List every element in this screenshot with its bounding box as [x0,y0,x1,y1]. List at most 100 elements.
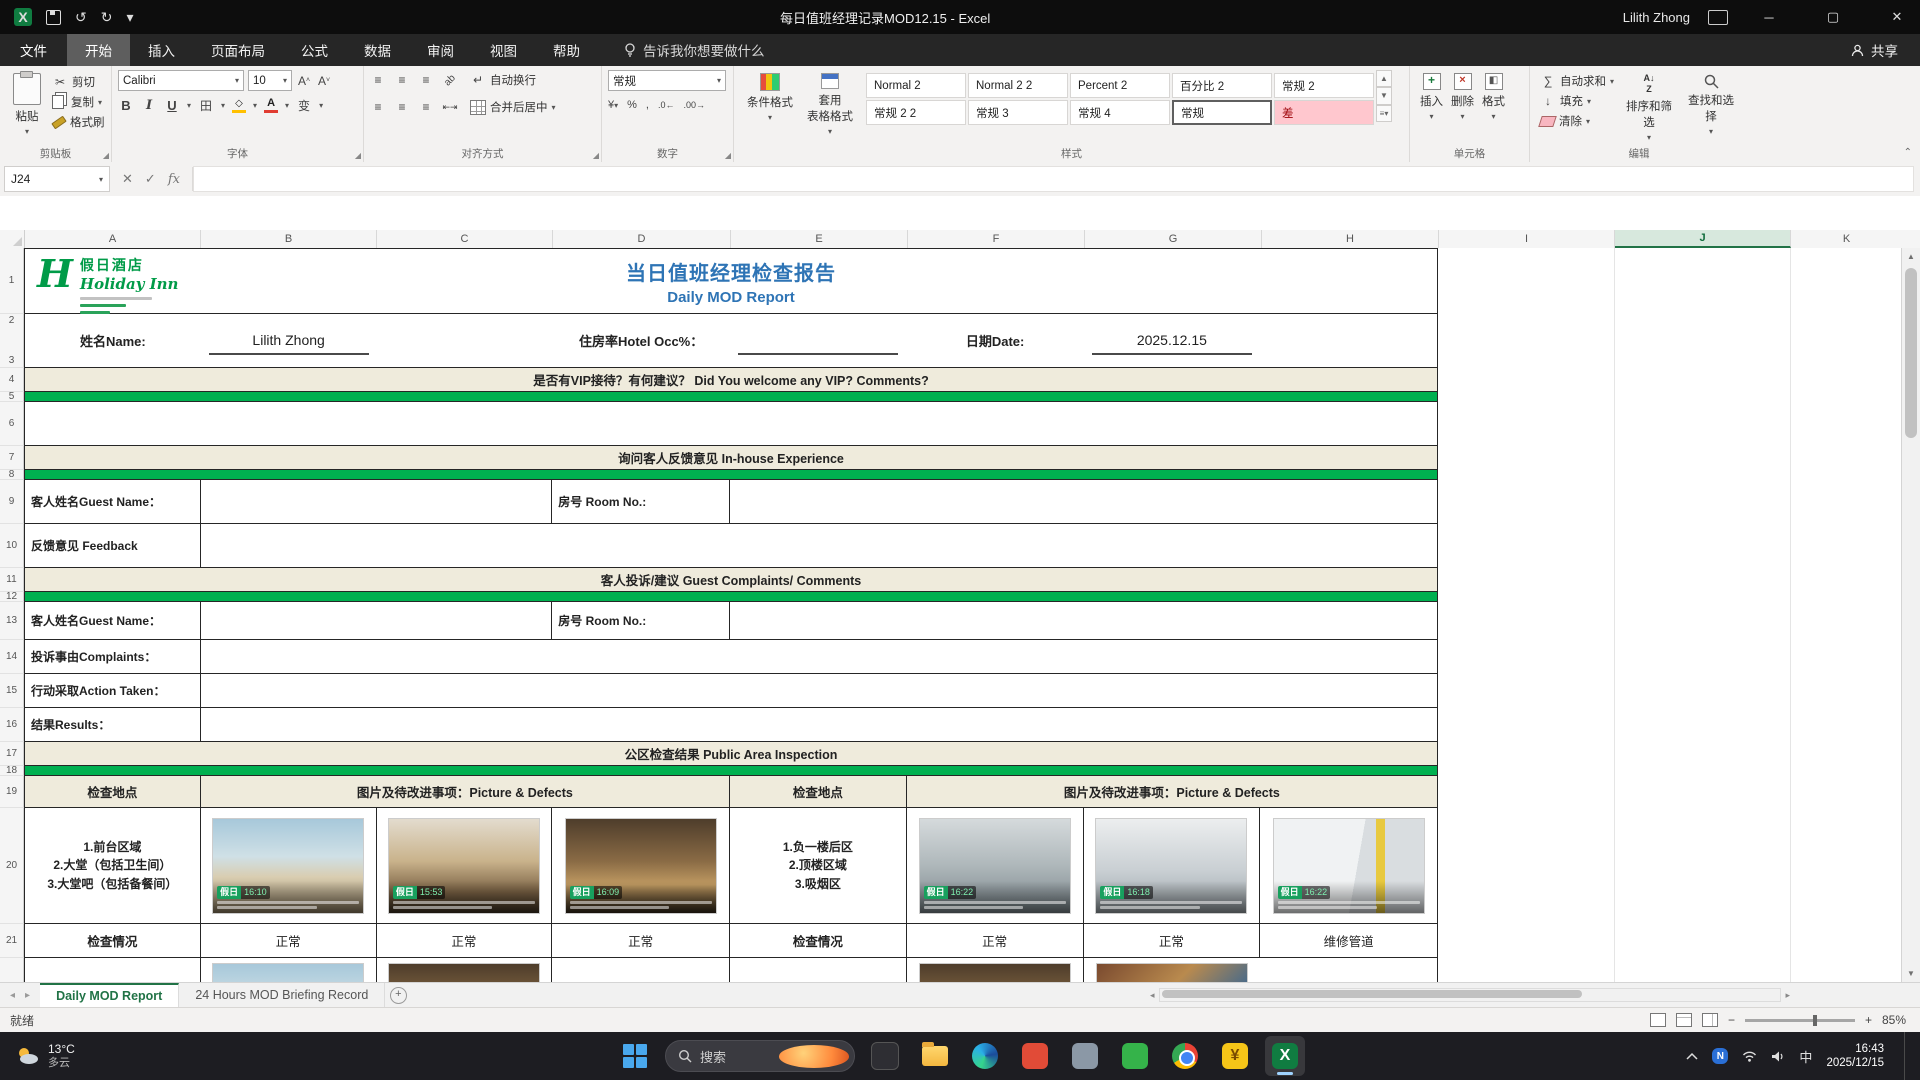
occ-value[interactable] [738,327,898,355]
col-header-d[interactable]: D [553,230,731,248]
page-layout-view-icon[interactable] [1676,1013,1692,1027]
font-name-select[interactable]: Calibri▾ [118,70,244,91]
hscroll-left-icon[interactable]: ◂ [1150,990,1155,1001]
col-header-c[interactable]: C [377,230,553,248]
taskbar-app-finance[interactable]: ¥ [1215,1036,1255,1076]
date-value[interactable]: 2025.12.15 [1092,327,1252,355]
fill-button[interactable]: ↓填充▾ [1536,91,1618,111]
inspection-photo-partial[interactable] [920,964,1070,982]
row-header-5[interactable]: 5 [0,392,24,402]
sheet-nav-right-icon[interactable]: ▸ [25,990,30,1001]
tab-file[interactable]: 文件 [0,34,67,66]
guest-name-input[interactable] [201,480,553,523]
taskbar-app-red[interactable] [1015,1036,1055,1076]
insert-function-icon[interactable]: fx [168,172,180,187]
row-header-2-3[interactable]: 23 [0,314,24,368]
room-no-input[interactable] [730,480,1437,523]
tab-insert[interactable]: 插入 [130,34,193,66]
align-top-icon[interactable]: ≡ [370,73,386,88]
status-value[interactable]: 正常 [377,924,553,957]
zoom-out-icon[interactable]: − [1728,1013,1735,1027]
paste-button[interactable]: 粘贴▾ [6,70,48,139]
chrome-button[interactable] [1165,1036,1205,1076]
row-header-12[interactable]: 12 [0,592,24,602]
inspection-photo-front-desk[interactable]: 假日16:10 [213,819,363,913]
tab-page-layout[interactable]: 页面布局 [193,34,283,66]
weather-widget[interactable]: 13°C 多云 [0,1042,89,1070]
horizontal-scrollbar[interactable]: ◂ ▸ [1150,988,1790,1002]
scroll-up-icon[interactable]: ▲ [1902,248,1920,265]
ime-indicator[interactable]: 中 [1799,1047,1812,1066]
conditional-formatting-button[interactable]: 条件格式▾ [740,70,800,125]
row-header-4[interactable]: 4 [0,368,24,392]
bold-button[interactable]: B [118,98,134,113]
select-all-corner[interactable] [0,230,25,248]
scroll-down-icon[interactable]: ▼ [1902,965,1920,982]
sheet-tab-daily-mod-report[interactable]: Daily MOD Report [40,983,179,1007]
font-color-button[interactable]: A [264,98,278,113]
merge-center-button[interactable]: 合并后居中▾ [466,97,560,117]
tab-review[interactable]: 审阅 [409,34,472,66]
file-explorer-button[interactable] [915,1036,955,1076]
minimize-button[interactable]: ─ [1746,0,1792,34]
zoom-level[interactable]: 85% [1882,1013,1906,1027]
taskbar-app-gray[interactable] [1065,1036,1105,1076]
font-dialog-launcher[interactable]: ◢ [355,151,361,160]
row-header-18[interactable]: 18 [0,766,24,776]
maximize-button[interactable]: ▢ [1810,0,1856,34]
row-header-16[interactable]: 16 [0,708,24,742]
tab-data[interactable]: 数据 [346,34,409,66]
hscroll-right-icon[interactable]: ▸ [1785,990,1790,1001]
number-format-select[interactable]: 常规▾ [608,70,726,91]
zoom-slider[interactable] [1745,1019,1855,1022]
delete-cells-button[interactable]: ×删除▾ [1447,70,1478,124]
row-header-15[interactable]: 15 [0,674,24,708]
style-changgui-2-2[interactable]: 常规 2 2 [866,100,966,125]
format-as-table-button[interactable]: 套用 表格格式▾ [800,70,860,139]
col-header-k[interactable]: K [1791,230,1902,248]
align-bottom-icon[interactable]: ≡ [418,73,434,88]
inspection-photo-partial[interactable] [389,964,539,982]
autosum-button[interactable]: ∑自动求和▾ [1536,71,1618,91]
start-button[interactable] [615,1036,655,1076]
percent-icon[interactable]: % [627,99,637,111]
row-header-9[interactable]: 9 [0,480,24,524]
inspection-photo-back-area[interactable]: 假日16:22 [920,819,1070,913]
inspection-photo-partial[interactable] [1097,964,1247,982]
row-header-22[interactable] [0,958,24,982]
complaints-input[interactable] [201,640,1437,673]
tab-help[interactable]: 帮助 [535,34,598,66]
inspection-photo-roof[interactable]: 假日16:18 [1096,819,1246,913]
feedback-input[interactable] [201,524,1437,567]
style-changgui-2[interactable]: 常规 2 [1274,73,1374,98]
style-changgui-4[interactable]: 常规 4 [1070,100,1170,125]
align-center-icon[interactable]: ≡ [394,100,410,115]
gallery-more-icon[interactable]: ≡▾ [1376,105,1392,122]
col-header-a[interactable]: A [25,230,201,248]
status-value[interactable]: 正常 [1084,924,1261,957]
collapse-ribbon-icon[interactable]: ⌃ [1904,147,1912,158]
guest-name-input-2[interactable] [201,602,553,639]
style-changgui-selected[interactable]: 常规 [1172,100,1272,125]
room-no-input-2[interactable] [730,602,1437,639]
speaker-icon[interactable] [1771,1050,1785,1063]
zoom-slider-thumb[interactable] [1813,1015,1817,1026]
name-value[interactable]: Lilith Zhong [209,327,369,355]
hidden-icons-chevron[interactable] [1686,1052,1698,1060]
col-header-g[interactable]: G [1085,230,1262,248]
align-right-icon[interactable]: ≡ [418,100,434,115]
excel-taskbar-button[interactable]: X [1265,1036,1305,1076]
gallery-down-icon[interactable]: ▼ [1376,87,1392,104]
tray-app-icon[interactable]: N [1712,1048,1728,1064]
zoom-in-icon[interactable]: + [1865,1013,1872,1027]
row-header-21[interactable]: 21 [0,924,24,958]
row-header-6[interactable]: 6 [0,402,24,446]
status-value[interactable]: 正常 [907,924,1084,957]
row-header-10[interactable]: 10 [0,524,24,568]
action-input[interactable] [201,674,1437,707]
horizontal-scroll-thumb[interactable] [1162,990,1582,998]
edge-button[interactable] [965,1036,1005,1076]
indent-icons[interactable]: ⇤⇥ [442,100,458,115]
row-header-1[interactable]: 1 [0,248,24,314]
sheet-nav-left-icon[interactable]: ◂ [10,990,15,1001]
